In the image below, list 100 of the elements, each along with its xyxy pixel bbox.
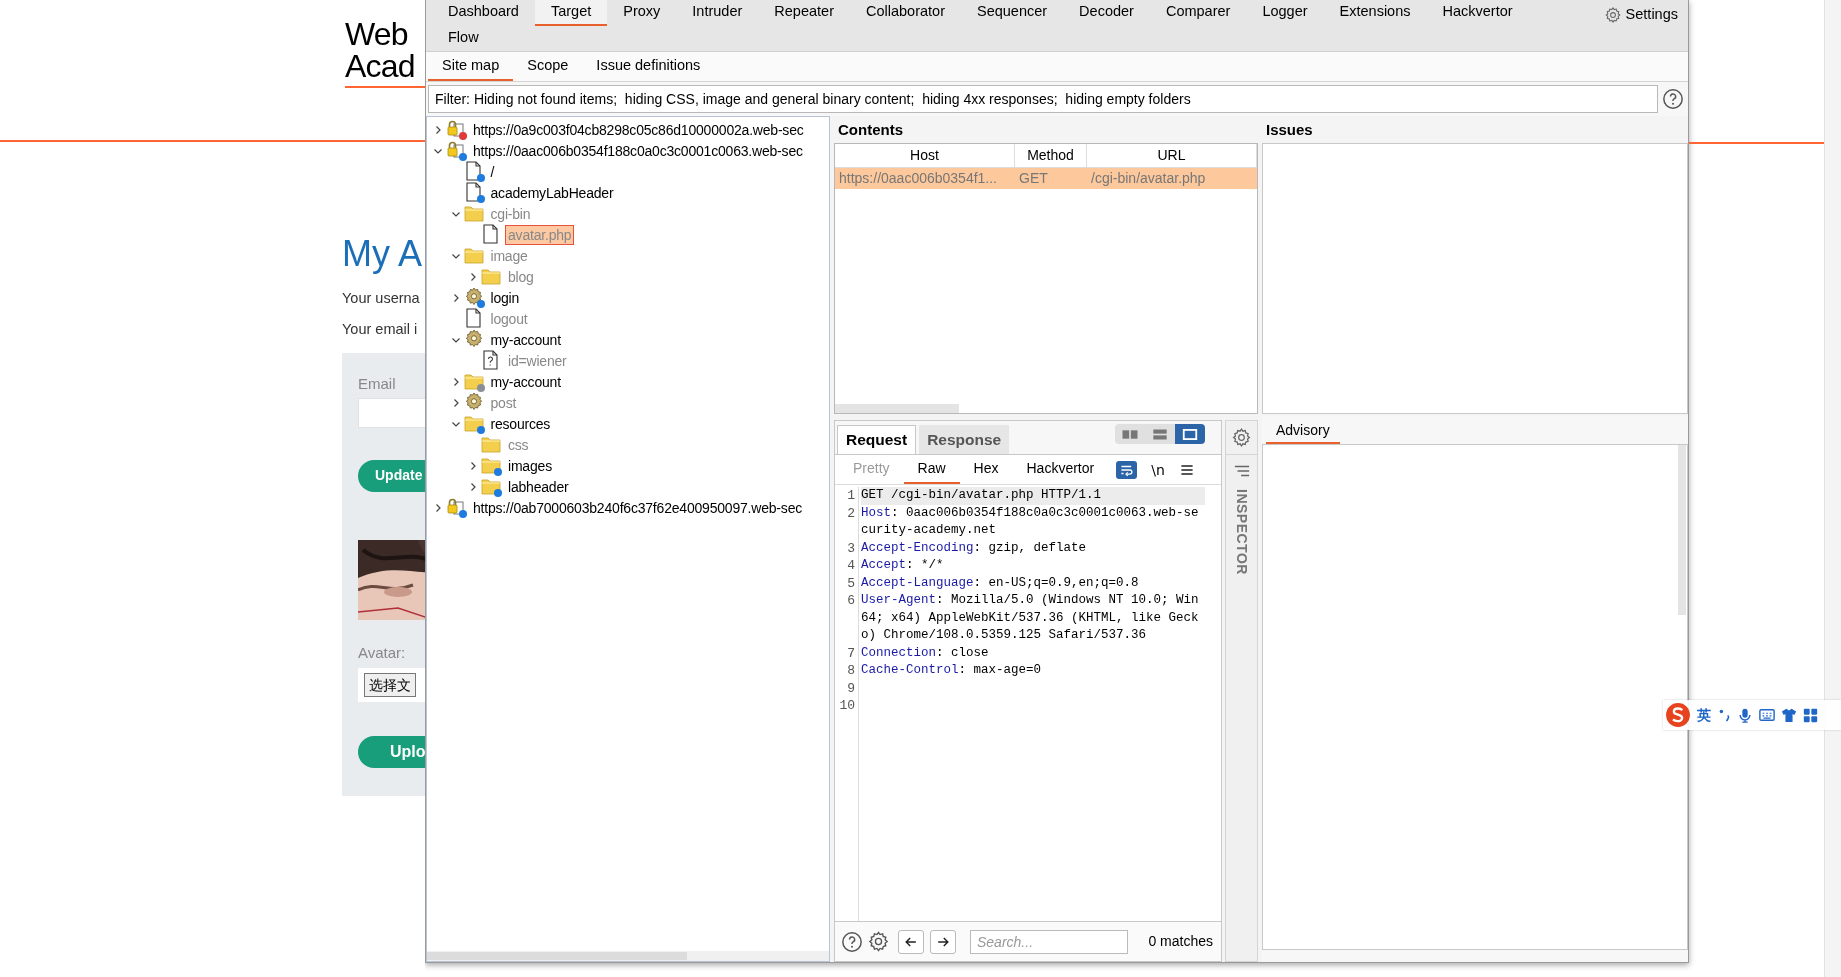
main-tab[interactable]: Hackvertor bbox=[1426, 0, 1529, 26]
main-tab[interactable]: Comparer bbox=[1149, 0, 1247, 26]
editor-tab[interactable]: Request bbox=[837, 425, 917, 454]
section-title: Contents bbox=[837, 119, 904, 140]
main-tab[interactable]: Intruder bbox=[676, 0, 759, 26]
lock-icon bbox=[445, 139, 468, 162]
code-line: Accept-Encoding: gzip, deflate bbox=[861, 539, 1088, 557]
format-tab[interactable]: Hex bbox=[959, 455, 1013, 484]
scrollbar-thumb[interactable] bbox=[835, 404, 959, 413]
search-field[interactable]: Search... bbox=[970, 929, 1128, 954]
ime-language[interactable]: 英 bbox=[1697, 704, 1711, 726]
line-number: 8 bbox=[835, 662, 859, 680]
format-tab[interactable]: Hackvertor bbox=[1012, 455, 1109, 484]
editor-tab[interactable]: Response bbox=[919, 425, 1010, 454]
logo-text: Web bbox=[345, 18, 409, 50]
file-picker-button[interactable]: 选择文 bbox=[364, 673, 416, 697]
main-tab[interactable]: Collaborator bbox=[849, 0, 961, 26]
format-tab[interactable]: Raw bbox=[903, 455, 960, 484]
sub-tab[interactable]: Issue definitions bbox=[582, 53, 715, 81]
tree-item[interactable]: id=wiener bbox=[505, 350, 570, 371]
code-line: Accept: */* bbox=[861, 557, 945, 574]
tree-item[interactable]: css bbox=[505, 434, 532, 455]
file-field[interactable]: 选择文 bbox=[358, 668, 425, 702]
main-tab[interactable]: Logger bbox=[1246, 0, 1324, 26]
tree-item[interactable]: https://0aac006b0354f188c0a0c3c0001c0063.web-sec bbox=[470, 140, 806, 161]
column-header[interactable]: Method bbox=[1015, 144, 1087, 167]
tree-item[interactable]: login bbox=[487, 287, 523, 308]
shirt-icon[interactable] bbox=[1781, 707, 1797, 723]
microphone-icon[interactable] bbox=[1737, 707, 1753, 723]
main-tab[interactable]: Dashboard bbox=[432, 0, 535, 26]
newline-toggle[interactable]: \n bbox=[1151, 460, 1165, 479]
grid-icon[interactable] bbox=[1803, 707, 1818, 723]
help-icon[interactable] bbox=[1662, 88, 1684, 110]
table-cell-text: /cgi-bin/avatar.php bbox=[1090, 169, 1207, 188]
tree-item[interactable]: my-account bbox=[487, 329, 564, 350]
keyboard-icon[interactable] bbox=[1759, 707, 1775, 723]
tree-item[interactable]: image bbox=[487, 245, 531, 266]
code-line: Cache-Control: max-age=0 bbox=[861, 662, 1043, 679]
ime-logo-icon[interactable] bbox=[1665, 702, 1691, 728]
page-heading: My A bbox=[342, 234, 423, 274]
lock-icon bbox=[445, 496, 468, 519]
tree-item[interactable]: / bbox=[487, 161, 498, 182]
tree-item[interactable]: resources bbox=[487, 413, 554, 434]
main-tab[interactable]: Proxy bbox=[607, 0, 677, 26]
field-label: Email bbox=[358, 374, 397, 394]
tree-item[interactable]: images bbox=[505, 455, 555, 476]
tree-item[interactable]: my-account bbox=[487, 371, 564, 392]
line-number: 6 bbox=[835, 592, 859, 645]
main-tab[interactable]: Flow bbox=[432, 26, 495, 52]
column-header[interactable]: URL bbox=[1087, 144, 1257, 167]
scrollbar[interactable] bbox=[1824, 0, 1841, 977]
line-number: 2 bbox=[835, 504, 859, 540]
line-number: 10 bbox=[835, 697, 859, 715]
tree-item[interactable]: labheader bbox=[505, 476, 572, 497]
settings-icon[interactable] bbox=[867, 930, 890, 953]
inspector-label[interactable]: INSPECTOR bbox=[1231, 489, 1252, 575]
table-cell-text: GET bbox=[1018, 169, 1049, 188]
line-number: 7 bbox=[835, 644, 859, 662]
tree-item[interactable]: https://0a9c003f04cb8298c05c86d10000002a.web-sec bbox=[470, 119, 807, 140]
filter-bar[interactable]: Filter: Hiding not found items; hiding CSS, image and general binary content; hiding 4xx responses; hiding empty folders bbox=[428, 85, 1658, 113]
scrollbar-thumb[interactable] bbox=[1678, 445, 1686, 615]
forward-button[interactable] bbox=[930, 929, 956, 954]
table-cell-text: https://0aac006b0354f1... bbox=[838, 169, 998, 188]
main-tab[interactable]: Repeater bbox=[758, 0, 850, 26]
column-header[interactable]: Host bbox=[835, 144, 1015, 167]
filter-lines-icon[interactable] bbox=[1232, 463, 1251, 479]
scrollbar-thumb[interactable] bbox=[427, 952, 687, 960]
line-number: 1 bbox=[835, 487, 859, 505]
code-line: Connection: close bbox=[861, 644, 990, 662]
wrap-toggle[interactable] bbox=[1116, 460, 1138, 479]
code-line: Accept-Language: en-US;q=0.9,en;q=0.8 bbox=[861, 574, 1140, 592]
tree-item[interactable]: https://0ab7000603b240f6c37f62e400950097.web-sec bbox=[470, 497, 806, 518]
logo-text: Acad bbox=[345, 50, 416, 82]
section-title: Issues bbox=[1265, 119, 1314, 140]
layout-toggle[interactable] bbox=[1175, 424, 1205, 444]
main-tab[interactable]: Sequencer bbox=[960, 0, 1064, 26]
sub-tab[interactable]: Scope bbox=[513, 53, 583, 81]
info-text: Your email i bbox=[342, 320, 419, 339]
match-count: 0 matches bbox=[1148, 932, 1213, 951]
info-text: Your userna bbox=[342, 289, 421, 308]
help-icon[interactable] bbox=[841, 930, 863, 953]
tree-item[interactable]: post bbox=[487, 392, 520, 413]
settings-button[interactable]: Settings bbox=[1599, 0, 1688, 30]
tree-item[interactable]: cgi-bin bbox=[487, 203, 534, 224]
main-tab[interactable]: Decoder bbox=[1063, 0, 1150, 26]
line-number: 4 bbox=[835, 557, 859, 575]
tree-item[interactable]: logout bbox=[487, 308, 531, 329]
code-line: User-Agent: Mozilla/5.0 (Windows NT 10.0; Win64; x64) AppleWebKit/537.36 (KHTML, like Gecko) Chrome/108.0.5359.125 Safari/537.36 bbox=[861, 592, 1200, 644]
tree-item[interactable]: academyLabHeader bbox=[487, 182, 617, 203]
back-button[interactable] bbox=[898, 929, 924, 954]
punctuation-icon[interactable] bbox=[1717, 707, 1731, 723]
tree-item[interactable]: blog bbox=[505, 266, 537, 287]
settings-icon bbox=[1603, 6, 1622, 24]
main-tab[interactable]: Extensions bbox=[1323, 0, 1427, 26]
field-label: Avatar: bbox=[358, 642, 407, 663]
settings-icon[interactable] bbox=[1231, 427, 1252, 448]
line-number: 3 bbox=[835, 539, 859, 557]
main-tab[interactable]: Target bbox=[534, 0, 608, 26]
line-number: 9 bbox=[835, 679, 859, 697]
code-line: Host: 0aac006b0354f188c0a0c3c0001c0063.web-security-academy.net bbox=[861, 504, 1200, 539]
